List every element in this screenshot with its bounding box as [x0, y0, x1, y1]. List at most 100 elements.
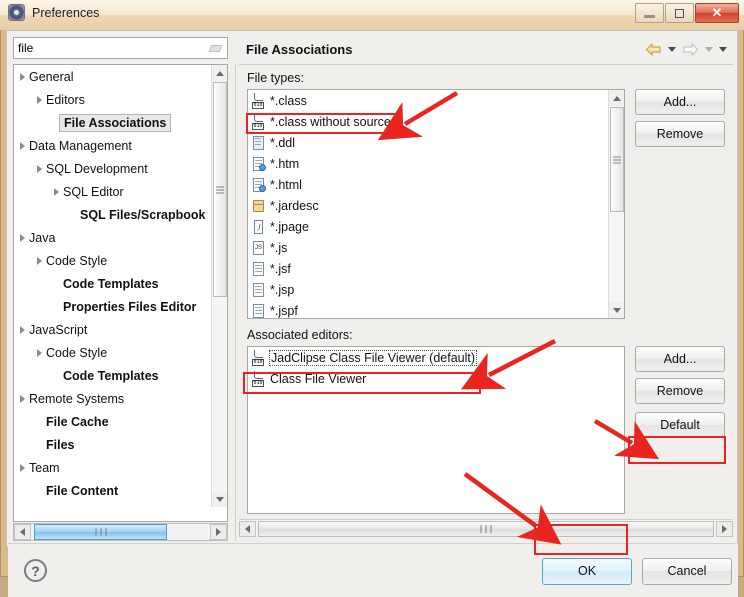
- expand-arrow-icon[interactable]: [20, 394, 25, 403]
- expand-arrow-icon[interactable]: [37, 95, 42, 104]
- file-type-row[interactable]: *.jsp: [248, 279, 609, 300]
- tree-scroll-down-button[interactable]: [212, 491, 227, 507]
- page-hscroll-left-button[interactable]: [239, 520, 256, 537]
- tree-scroll-area[interactable]: General Editors File Associations Data Mana…: [14, 65, 213, 507]
- expand-arrow-icon[interactable]: [37, 164, 42, 173]
- associated-editors-list[interactable]: 010 JadClipse Class File Viewer (default)…: [247, 346, 625, 514]
- generic-file-icon: [251, 261, 267, 277]
- associated-editors-scroll-area[interactable]: 010 JadClipse Class File Viewer (default)…: [248, 347, 624, 389]
- expand-arrow-icon[interactable]: [37, 348, 42, 357]
- file-types-list[interactable]: 010 *.class 010 *.class without source *.ddl…: [247, 89, 625, 319]
- sidebar-item-general[interactable]: General: [14, 65, 213, 88]
- associated-editor-row[interactable]: 010 JadClipse Class File Viewer (default): [248, 347, 624, 368]
- file-type-row[interactable]: *.jardesc: [248, 195, 609, 216]
- back-history-chevron-down-icon[interactable]: [668, 47, 676, 52]
- file-type-row[interactable]: *.jsf: [248, 258, 609, 279]
- associated-editors-add-button[interactable]: Add...: [635, 346, 725, 372]
- associated-editors-remove-button[interactable]: Remove: [635, 378, 725, 404]
- page-hscroll-thumb[interactable]: [258, 520, 714, 537]
- file-types-remove-button[interactable]: Remove: [635, 121, 725, 147]
- dialog-footer: ? OK Cancel: [8, 543, 738, 597]
- file-type-row[interactable]: *.jspf: [248, 300, 609, 318]
- expand-arrow-icon[interactable]: [37, 256, 42, 265]
- file-type-row[interactable]: 010 *.class without source: [248, 111, 609, 132]
- sidebar-item-remote-systems[interactable]: Remote Systems: [14, 387, 213, 410]
- sidebar-item-file-cache[interactable]: File Cache: [14, 410, 213, 433]
- clear-icon[interactable]: [208, 40, 224, 56]
- tree-scroll-up-button[interactable]: [212, 65, 227, 81]
- sidebar-item-files[interactable]: Files: [14, 433, 213, 456]
- tree-vertical-scrollbar[interactable]: [211, 65, 227, 507]
- sidebar-item-label: File Cache: [46, 414, 109, 429]
- file-type-row[interactable]: 010 *.class: [248, 90, 609, 111]
- sidebar-item-team[interactable]: Team: [14, 456, 213, 479]
- expand-arrow-icon[interactable]: [20, 233, 25, 242]
- class-file-icon: 010: [251, 349, 267, 366]
- file-types-vertical-scrollbar[interactable]: [608, 90, 624, 318]
- file-type-label: *.jardesc: [270, 198, 319, 213]
- file-types-scroll-thumb[interactable]: [610, 107, 624, 212]
- page-hscroll-right-button[interactable]: [716, 520, 733, 537]
- tree-scroll-thumb[interactable]: [213, 82, 227, 297]
- sidebar-item-sql-development[interactable]: SQL Development: [14, 157, 213, 180]
- minimize-button[interactable]: [635, 3, 664, 23]
- html-file-icon: [251, 156, 267, 172]
- help-question-icon[interactable]: ?: [24, 559, 47, 582]
- arrow-left-icon[interactable]: [645, 42, 662, 57]
- page-nav-icons: [645, 42, 727, 57]
- search-input[interactable]: [14, 39, 208, 57]
- sidebar-item-file-associations[interactable]: File Associations: [14, 111, 213, 134]
- associated-editor-row[interactable]: 010 Class File Viewer: [248, 368, 624, 389]
- generic-file-icon: [251, 303, 267, 319]
- sidebar-item-data-management[interactable]: Data Management: [14, 134, 213, 157]
- sidebar-item-java[interactable]: Java: [14, 226, 213, 249]
- close-button[interactable]: ✕: [695, 3, 739, 23]
- file-types-scroll-down-button[interactable]: [609, 302, 624, 318]
- expand-arrow-icon[interactable]: [20, 72, 25, 81]
- page-hscroll-track[interactable]: [256, 520, 716, 537]
- sidebar-item-web[interactable]: Web: [14, 502, 213, 508]
- preferences-tree[interactable]: General Editors File Associations Data Mana…: [13, 64, 228, 522]
- sidebar-item-code-templates[interactable]: Code Templates: [14, 272, 213, 295]
- ok-button[interactable]: OK: [542, 558, 632, 585]
- file-type-row[interactable]: *.ddl: [248, 132, 609, 153]
- tree-hscroll-track[interactable]: [31, 524, 210, 540]
- file-type-row[interactable]: *.js: [248, 237, 609, 258]
- sidebar-item-editors[interactable]: Editors: [14, 88, 213, 111]
- class-file-icon: 010: [251, 92, 267, 109]
- page-horizontal-scrollbar[interactable]: [239, 519, 733, 537]
- arrow-right-icon[interactable]: [682, 42, 699, 57]
- associated-editors-default-button[interactable]: Default: [635, 412, 725, 438]
- file-types-scroll-up-button[interactable]: [609, 90, 624, 106]
- sidebar-item-code-style[interactable]: Code Style: [14, 249, 213, 272]
- file-type-row[interactable]: *.html: [248, 174, 609, 195]
- sidebar-item-label: Web: [29, 507, 54, 508]
- file-type-row[interactable]: *.jpage: [248, 216, 609, 237]
- sidebar-item-javascript[interactable]: JavaScript: [14, 318, 213, 341]
- expand-arrow-icon[interactable]: [54, 187, 59, 196]
- cancel-button[interactable]: Cancel: [642, 558, 732, 585]
- file-types-add-button[interactable]: Add...: [635, 89, 725, 115]
- tree-hscroll-thumb[interactable]: [34, 524, 167, 540]
- file-type-row[interactable]: *.htm: [248, 153, 609, 174]
- tree-hscroll-left-button[interactable]: [14, 524, 31, 540]
- filter-search-box[interactable]: [13, 37, 228, 59]
- expand-arrow-icon[interactable]: [20, 463, 25, 472]
- file-type-label: *.jpage: [270, 219, 309, 234]
- sidebar-item-sql-files-scrapbook[interactable]: SQL Files/Scrapbook: [14, 203, 213, 226]
- sidebar-item-file-content[interactable]: File Content: [14, 479, 213, 502]
- file-types-scroll-area[interactable]: 010 *.class 010 *.class without source *.ddl…: [248, 90, 609, 318]
- sidebar-item-sql-editor[interactable]: SQL Editor: [14, 180, 213, 203]
- sidebar-item-label: Code Templates: [63, 276, 159, 291]
- sidebar-item-label: Java: [29, 230, 56, 245]
- tree-hscroll-right-button[interactable]: [210, 524, 227, 540]
- view-menu-chevron-down-icon[interactable]: [719, 47, 727, 52]
- sidebar-item-code-style[interactable]: Code Style: [14, 341, 213, 364]
- sidebar-item-properties-files-editor[interactable]: Properties Files Editor: [14, 295, 213, 318]
- forward-history-chevron-down-icon[interactable]: [705, 47, 713, 52]
- expand-arrow-icon[interactable]: [20, 141, 25, 150]
- sidebar-item-code-templates[interactable]: Code Templates: [14, 364, 213, 387]
- maximize-button[interactable]: [665, 3, 694, 23]
- expand-arrow-icon[interactable]: [20, 325, 25, 334]
- tree-horizontal-scrollbar[interactable]: [13, 523, 228, 541]
